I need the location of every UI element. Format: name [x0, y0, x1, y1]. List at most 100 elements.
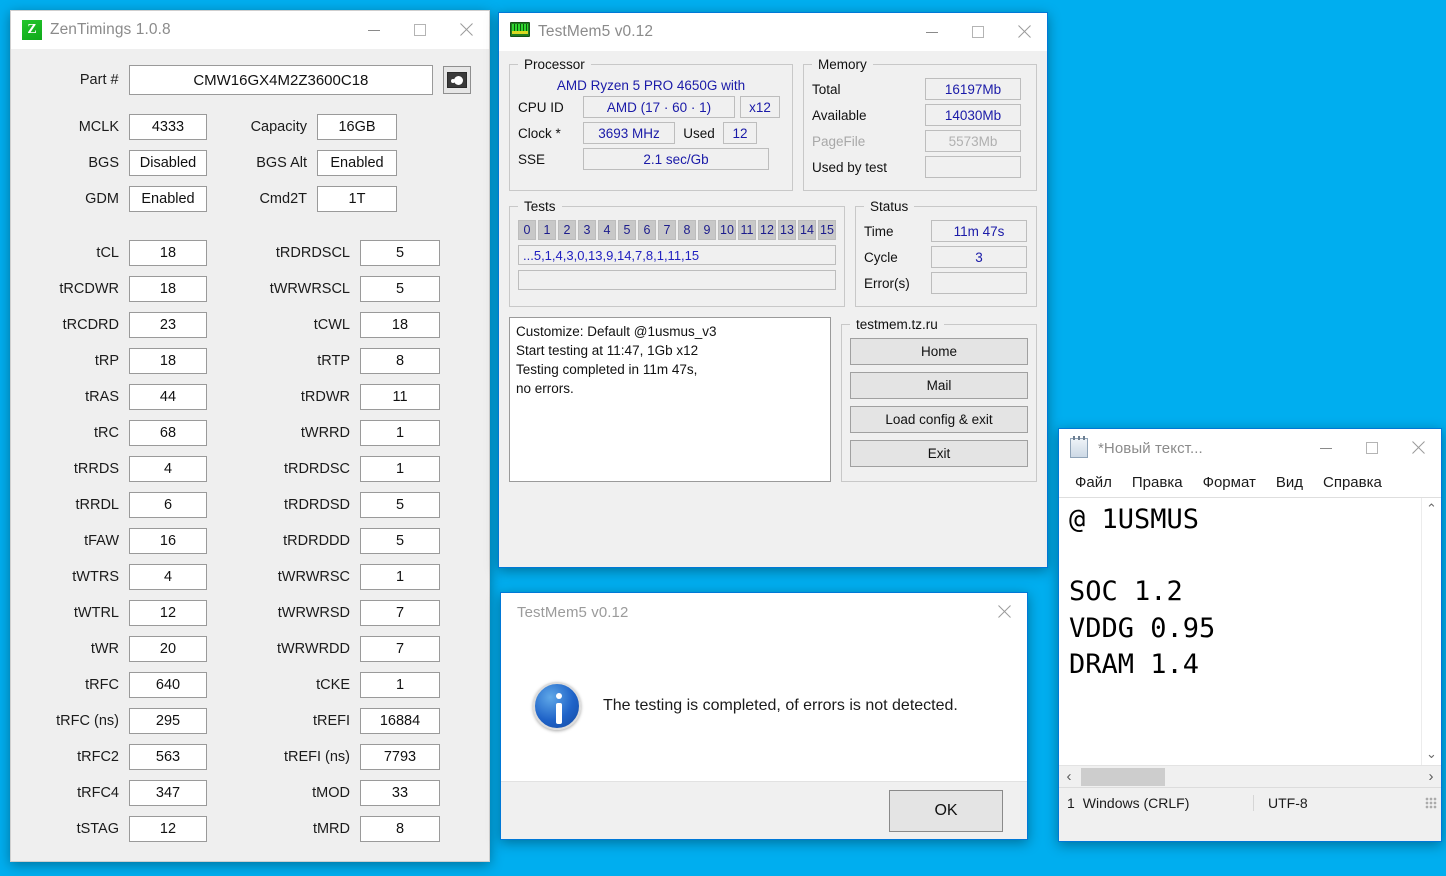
notepad-window-controls[interactable] [1303, 429, 1441, 467]
timing-row: tRFC2 563 [29, 739, 250, 775]
total-row: Total 16197Mb [812, 78, 1028, 100]
top-panels: Processor AMD Ryzen 5 PRO 4650G with CPU… [509, 57, 1037, 191]
close-icon [459, 23, 473, 37]
maximize-button[interactable] [397, 11, 443, 49]
minimize-button[interactable] [1303, 429, 1349, 467]
dialog-window-controls[interactable] [981, 593, 1027, 631]
test-number[interactable]: 9 [698, 220, 716, 240]
total-value: 16197Mb [925, 78, 1021, 100]
minimize-icon [926, 31, 938, 33]
horizontal-scrollbar[interactable]: ‹ › [1059, 765, 1441, 787]
test-number[interactable]: 13 [778, 220, 796, 240]
test-number[interactable]: 10 [718, 220, 736, 240]
scroll-left-icon[interactable]: ‹ [1059, 768, 1079, 785]
test-number[interactable]: 5 [618, 220, 636, 240]
menu-help[interactable]: Справка [1321, 472, 1384, 493]
test-number[interactable]: 2 [558, 220, 576, 240]
timing-row: tWRWRDD 7 [250, 631, 471, 667]
notepad-text-content[interactable]: @ 1USMUS SOC 1.2 VDDG 0.95 DRAM 1.4 [1069, 502, 1417, 765]
timing-row: tCL 18 [29, 235, 250, 271]
cpuid-row: CPU ID AMD (17 · 60 · 1) x12 [518, 96, 784, 118]
menu-format[interactable]: Формат [1201, 472, 1258, 493]
timing-value: 1 [360, 456, 440, 482]
close-button[interactable] [443, 11, 489, 49]
row-bgs-bgsalt: BGS Disabled BGS Alt Enabled [29, 145, 471, 181]
notepad-menubar[interactable]: Файл Правка Формат Вид Справка [1059, 467, 1441, 497]
horizontal-scroll-thumb[interactable] [1081, 768, 1165, 786]
scroll-right-icon[interactable]: › [1421, 768, 1441, 785]
testmem5-titlebar[interactable]: TestMem5 v0.12 [499, 13, 1047, 51]
menu-view[interactable]: Вид [1274, 472, 1305, 493]
processor-group: Processor AMD Ryzen 5 PRO 4650G with CPU… [509, 57, 793, 191]
scroll-down-icon[interactable]: ⌄ [1426, 743, 1437, 765]
test-number[interactable]: 1 [538, 220, 556, 240]
timing-label: tRFC2 [77, 749, 119, 765]
maximize-button[interactable] [1349, 429, 1395, 467]
zentimings-titlebar[interactable]: Z ZenTimings 1.0.8 [11, 11, 489, 49]
exit-button[interactable]: Exit [850, 440, 1028, 467]
zentimings-window[interactable]: Z ZenTimings 1.0.8 Part # CMW16GX4M2Z360… [10, 10, 490, 862]
zentimings-app-icon: Z [22, 20, 42, 40]
test-number[interactable]: 0 [518, 220, 536, 240]
camera-icon [447, 72, 468, 88]
timing-row: tRAS 44 [29, 379, 250, 415]
timing-label: tRDRDDD [283, 533, 350, 549]
maximize-icon [1366, 442, 1378, 454]
maximize-button[interactable] [955, 13, 1001, 51]
load-config-exit-button[interactable]: Load config & exit [850, 406, 1028, 433]
zentimings-window-controls[interactable] [351, 11, 489, 49]
testmem5-window-controls[interactable] [909, 13, 1047, 51]
timing-label: tREFI (ns) [283, 749, 350, 765]
cycle-value: 3 [931, 246, 1027, 268]
menu-file[interactable]: Файл [1073, 472, 1114, 493]
used-label: Used [683, 125, 715, 141]
menu-edit[interactable]: Правка [1130, 472, 1185, 493]
test-number[interactable]: 12 [758, 220, 776, 240]
dialog-titlebar[interactable]: TestMem5 v0.12 [501, 593, 1027, 631]
test-number[interactable]: 14 [798, 220, 816, 240]
test-number[interactable]: 11 [738, 220, 756, 240]
sse-row: SSE 2.1 sec/Gb [518, 148, 784, 170]
close-button[interactable] [1001, 13, 1047, 51]
usedbytest-value [925, 156, 1021, 178]
vertical-scrollbar[interactable]: ⌃ ⌄ [1421, 498, 1441, 765]
test-number[interactable]: 7 [658, 220, 676, 240]
test-number[interactable]: 8 [678, 220, 696, 240]
timing-label: tWTRL [73, 605, 119, 621]
pagefile-row: PageFile 5573Mb [812, 130, 1028, 152]
total-label: Total [812, 81, 841, 97]
notepad-titlebar[interactable]: *Новый текст... [1059, 429, 1441, 467]
resize-grip-icon[interactable] [1425, 796, 1437, 809]
pagefile-label: PageFile [812, 133, 866, 149]
timing-label: tRAS [85, 389, 119, 405]
timing-label: tRDRDSD [283, 497, 350, 513]
timing-value: 33 [360, 780, 440, 806]
timing-label: tRDRDSCL [275, 245, 350, 261]
ok-button[interactable]: OK [889, 789, 1003, 832]
minimize-button[interactable] [351, 11, 397, 49]
mclk-value: 4333 [129, 114, 207, 140]
notepad-window[interactable]: *Новый текст... Файл Правка Формат Вид С… [1058, 428, 1442, 842]
minimize-button[interactable] [909, 13, 955, 51]
testmem5-window[interactable]: TestMem5 v0.12 Processor AMD Ryzen 5 PRO… [498, 12, 1048, 568]
timing-value: 5 [360, 240, 440, 266]
row-mclk-capacity: MCLK 4333 Capacity 16GB [29, 109, 471, 145]
test-number-list[interactable]: 0 1 2 3 4 5 6 7 8 9 10 11 12 13 14 15 [518, 220, 836, 240]
errors-label: Error(s) [864, 275, 910, 291]
completion-dialog[interactable]: TestMem5 v0.12 The testing is completed,… [500, 592, 1028, 840]
mail-button[interactable]: Mail [850, 372, 1028, 399]
timing-value: 295 [129, 708, 207, 734]
notepad-text-area-wrapper[interactable]: @ 1USMUS SOC 1.2 VDDG 0.95 DRAM 1.4 ⌃ ⌄ [1059, 497, 1441, 765]
close-button[interactable] [1395, 429, 1441, 467]
scroll-up-icon[interactable]: ⌃ [1426, 498, 1437, 520]
test-number[interactable]: 15 [818, 220, 836, 240]
test-number[interactable]: 6 [638, 220, 656, 240]
home-button[interactable]: Home [850, 338, 1028, 365]
test-number[interactable]: 4 [598, 220, 616, 240]
close-button[interactable] [981, 593, 1027, 631]
timing-row: tCKE 1 [250, 667, 471, 703]
part-number-row: Part # CMW16GX4M2Z3600C18 [29, 59, 471, 101]
test-number[interactable]: 3 [578, 220, 596, 240]
timing-label: tRCDWR [59, 281, 119, 297]
screenshot-button[interactable] [443, 66, 471, 94]
